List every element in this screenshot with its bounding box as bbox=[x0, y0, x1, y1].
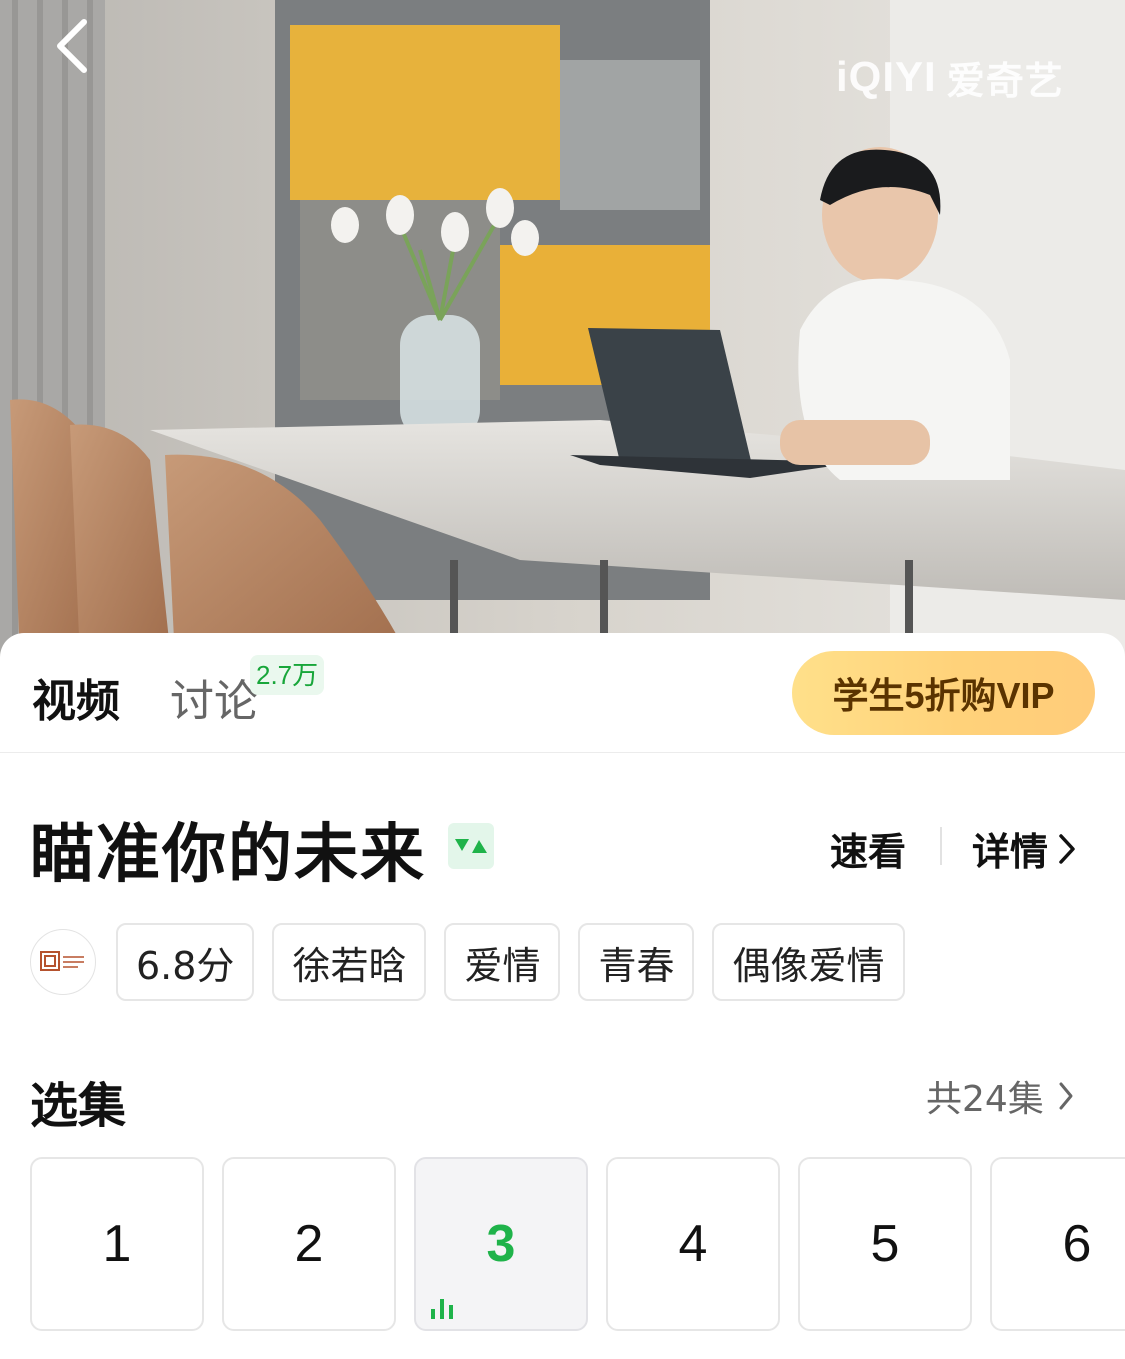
back-button[interactable] bbox=[42, 16, 102, 76]
now-playing-icon bbox=[431, 1299, 453, 1319]
tag-genre-romance[interactable]: 爱情 bbox=[444, 923, 561, 1001]
producer-logo-icon bbox=[40, 951, 84, 971]
video-player[interactable]: iQIYI 爱奇艺 bbox=[0, 0, 1125, 660]
show-title-row: 瞄准你的未来 速看 详情 bbox=[0, 803, 1125, 893]
student-vip-button[interactable]: 学生5折购VIP bbox=[792, 651, 1095, 735]
episode-total-button[interactable]: 共24集 bbox=[926, 1070, 1074, 1122]
watermark-cjk: 爱奇艺 bbox=[946, 58, 1064, 103]
episode-button-1[interactable]: 1 bbox=[30, 1157, 204, 1331]
tab-bar: 视频 讨论 2.7万 学生5折购VIP bbox=[0, 633, 1125, 753]
watermark-latin: iQIYI bbox=[836, 53, 937, 100]
rating-badge-icon bbox=[448, 823, 494, 869]
details-label: 详情 bbox=[972, 830, 1049, 874]
tab-video[interactable]: 视频 bbox=[32, 665, 120, 729]
episode-page: iQIYI 爱奇艺 视频 讨论 2.7万 学生5折购VIP 瞄准你的未来 速看 … bbox=[0, 0, 1125, 1359]
episode-number: 4 bbox=[678, 1215, 708, 1273]
episode-header: 选集 共24集 bbox=[0, 1058, 1125, 1134]
episode-number: 6 bbox=[1062, 1215, 1092, 1273]
episode-number: 1 bbox=[102, 1215, 132, 1273]
show-title: 瞄准你的未来 bbox=[30, 818, 426, 892]
episode-number: 2 bbox=[294, 1215, 324, 1273]
episode-number: 3 bbox=[486, 1215, 516, 1273]
tab-discuss[interactable]: 讨论 bbox=[170, 665, 258, 729]
tag-actor[interactable]: 徐若晗 bbox=[272, 923, 427, 1001]
header-divider bbox=[940, 827, 942, 865]
chevron-left-icon bbox=[57, 19, 87, 73]
tag-score[interactable]: 6.8分 bbox=[116, 923, 255, 1001]
iqiyi-watermark: iQIYI 爱奇艺 bbox=[836, 52, 1064, 103]
content-sheet: 视频 讨论 2.7万 学生5折购VIP 瞄准你的未来 速看 详情 6.8分 徐若… bbox=[0, 633, 1125, 1359]
discuss-count-badge: 2.7万 bbox=[250, 655, 325, 695]
quick-watch-button[interactable]: 速看 bbox=[830, 821, 906, 876]
episode-number: 5 bbox=[870, 1215, 900, 1273]
tag-row: 6.8分 徐若晗 爱情 青春 偶像爱情 bbox=[30, 923, 905, 1001]
episode-button-2[interactable]: 2 bbox=[222, 1157, 396, 1331]
episode-total-label: 共24集 bbox=[926, 1079, 1044, 1120]
episode-button-3-playing[interactable]: 3 bbox=[414, 1157, 588, 1331]
chevron-right-icon bbox=[1059, 1082, 1073, 1110]
chevron-right-icon bbox=[1059, 833, 1075, 864]
episode-section-title: 选集 bbox=[30, 1078, 127, 1134]
details-button[interactable]: 详情 bbox=[972, 821, 1076, 876]
episode-button-6[interactable]: 6 bbox=[990, 1157, 1125, 1331]
episode-button-4[interactable]: 4 bbox=[606, 1157, 780, 1331]
episode-grid: 1 2 3 4 5 6 bbox=[30, 1157, 1125, 1331]
episode-button-5[interactable]: 5 bbox=[798, 1157, 972, 1331]
tag-genre-youth[interactable]: 青春 bbox=[578, 923, 695, 1001]
tag-genre-idol-romance[interactable]: 偶像爱情 bbox=[712, 923, 905, 1001]
producer-logo[interactable] bbox=[30, 929, 96, 995]
